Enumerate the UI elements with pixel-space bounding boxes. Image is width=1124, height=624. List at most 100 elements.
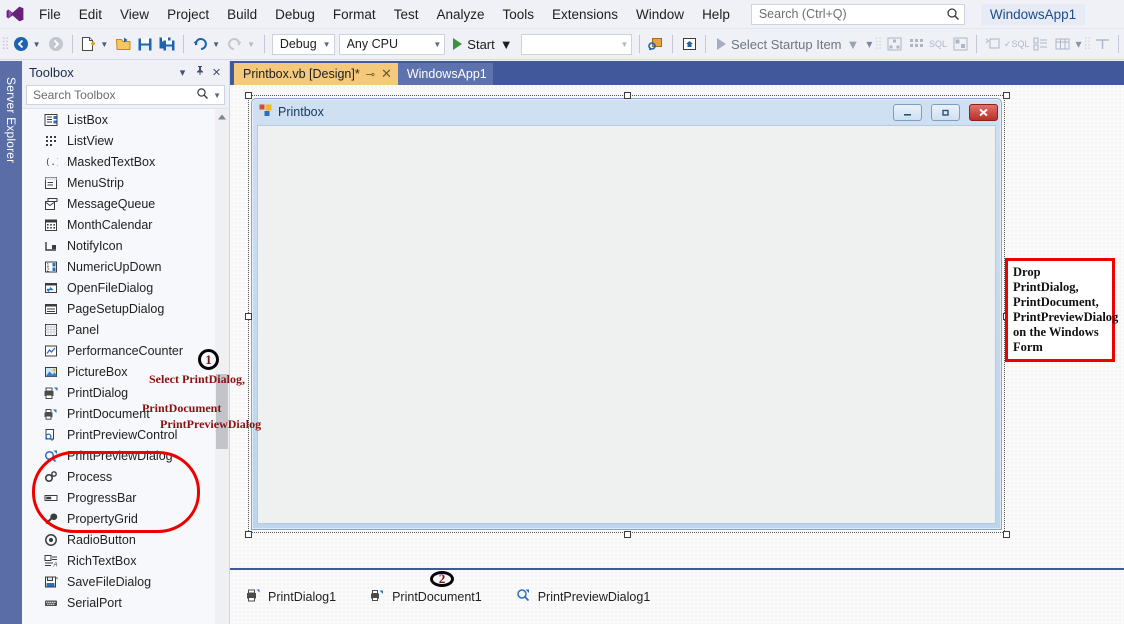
save-button[interactable] xyxy=(134,32,156,56)
toolbox-item-openfiledialog[interactable]: OpenFileDialog xyxy=(22,277,215,298)
toolbar-overflow-icon[interactable]: ▾ xyxy=(1073,37,1083,51)
show-diagram-pane-button[interactable] xyxy=(1029,32,1051,56)
toolbox-item-notifyicon[interactable]: NotifyIcon xyxy=(22,235,215,256)
resize-handle-n[interactable] xyxy=(624,92,631,99)
toolbox-item-monthcalendar[interactable]: MonthCalendar xyxy=(22,214,215,235)
solution-platform-combo[interactable]: Any CPU ▼ xyxy=(338,33,446,55)
toolbox-item-radiobutton[interactable]: RadioButton xyxy=(22,529,215,550)
toolbox-close-icon[interactable]: ✕ xyxy=(208,66,225,79)
scroll-up-icon[interactable] xyxy=(215,109,229,125)
toolbox-item-performancecounter[interactable]: PerformanceCounter xyxy=(22,340,215,361)
menu-edit[interactable]: Edit xyxy=(70,5,111,24)
menu-build[interactable]: Build xyxy=(218,5,266,24)
tab-printbox-design[interactable]: Printbox.vb [Design]* ⊸ ✕ xyxy=(234,63,398,85)
toolbox-item-process[interactable]: Process xyxy=(22,466,215,487)
toolbox-scrollbar[interactable] xyxy=(215,109,229,624)
resize-handle-nw[interactable] xyxy=(245,92,252,99)
resize-handle-sw[interactable] xyxy=(245,531,252,538)
menu-extensions[interactable]: Extensions xyxy=(543,5,627,24)
server-explorer-button[interactable] xyxy=(883,32,905,56)
navigate-backward-dropdown-icon[interactable]: ▼ xyxy=(32,40,45,49)
windows-form[interactable]: Printbox xyxy=(251,98,1002,530)
tray-item-printdialog1[interactable]: PrintDialog1 xyxy=(246,588,336,606)
form-close-button[interactable] xyxy=(969,103,998,121)
execute-sql-button[interactable]: ✓SQL xyxy=(1004,32,1030,56)
toolbox-item-panel[interactable]: Panel xyxy=(22,319,215,340)
open-file-button[interactable] xyxy=(112,32,134,56)
menu-file[interactable]: File xyxy=(30,5,70,24)
home-page-button[interactable] xyxy=(678,32,700,56)
menu-tools[interactable]: Tools xyxy=(493,5,543,24)
undo-dropdown-icon[interactable]: ▼ xyxy=(211,40,224,49)
toolbar-grip[interactable] xyxy=(2,35,10,53)
toolbox-item-messagequeue[interactable]: MessageQueue xyxy=(22,193,215,214)
toolbox-dropdown-icon[interactable]: ▾ xyxy=(174,66,191,79)
tab-close-icon[interactable]: ✕ xyxy=(381,66,392,82)
resize-handle-se[interactable] xyxy=(1003,531,1010,538)
toolbox-pin-icon[interactable] xyxy=(191,65,208,79)
toolbox-item-printdialog[interactable]: PrintDialog xyxy=(22,382,215,403)
menu-window[interactable]: Window xyxy=(627,5,693,24)
attach-to-process-button[interactable] xyxy=(645,32,667,56)
resize-handle-w[interactable] xyxy=(245,313,252,320)
toolbar-grip[interactable] xyxy=(875,35,883,53)
solution-configuration-combo[interactable]: Debug ▼ xyxy=(271,33,335,55)
toolbar-grip[interactable] xyxy=(1084,35,1092,53)
toolbox-item-serialport[interactable]: SerialPort xyxy=(22,592,215,613)
form-designer-surface[interactable]: Printbox Drop PrintDialog, PrintDocument… xyxy=(230,85,1124,624)
new-query-button[interactable] xyxy=(982,32,1004,56)
form-client-area[interactable] xyxy=(257,125,996,524)
toolbox-item-printdocument[interactable]: PrintDocument xyxy=(22,403,215,424)
menu-help[interactable]: Help xyxy=(693,5,739,24)
global-search-input[interactable]: Search (Ctrl+Q) xyxy=(750,3,965,25)
toolbox-item-pagesetupdialog[interactable]: PageSetupDialog xyxy=(22,298,215,319)
save-all-button[interactable] xyxy=(156,32,178,56)
new-item-button[interactable] xyxy=(77,32,99,56)
toolbox-item-menustrip[interactable]: MenuStrip xyxy=(22,172,215,193)
resize-handle-s[interactable] xyxy=(624,531,631,538)
toolbox-toggle-button[interactable] xyxy=(905,32,927,56)
tray-item-printpreviewdialog1[interactable]: PrintPreviewDialog1 xyxy=(516,588,650,606)
align-button[interactable] xyxy=(1091,32,1113,56)
form-selection-border[interactable]: Printbox xyxy=(245,92,1010,538)
navigate-backward-button[interactable] xyxy=(10,32,32,56)
toolbox-item-printpreviewcontrol[interactable]: PrintPreviewControl xyxy=(22,424,215,445)
tray-item-printdocument1[interactable]: PrintDocument1 xyxy=(370,588,482,606)
object-browser-button[interactable] xyxy=(949,32,971,56)
toolbox-item-richtextbox[interactable]: A RichTextBox xyxy=(22,550,215,571)
toolbox-item-savefiledialog[interactable]: SaveFileDialog xyxy=(22,571,215,592)
toolbar-overflow-icon[interactable]: ▾ xyxy=(865,37,875,51)
start-debug-button[interactable]: Start ▼ xyxy=(447,32,518,56)
toolbox-item-printpreviewdialog[interactable]: PrintPreviewDialog xyxy=(22,445,215,466)
tab-pin-icon[interactable]: ⊸ xyxy=(366,68,375,81)
debug-target-combo[interactable]: ▼ xyxy=(520,33,633,55)
sidebar-item-server-explorer[interactable]: Server Explorer xyxy=(0,71,22,231)
resize-handle-ne[interactable] xyxy=(1003,92,1010,99)
menu-test[interactable]: Test xyxy=(385,5,428,24)
toolbox-item-numericupdown[interactable]: 1 2 NumericUpDown xyxy=(22,256,215,277)
redo-button[interactable] xyxy=(224,32,246,56)
menu-project[interactable]: Project xyxy=(158,5,218,24)
show-results-pane-button[interactable] xyxy=(1051,32,1073,56)
form-maximize-button[interactable] xyxy=(931,103,960,121)
tab-windowsapp1[interactable]: WindowsApp1 xyxy=(397,63,493,85)
toolbox-search-dropdown-icon[interactable]: ▼ xyxy=(209,91,221,100)
redo-dropdown-icon[interactable]: ▼ xyxy=(246,40,259,49)
scrollbar-thumb[interactable] xyxy=(216,374,228,449)
toolbox-item-progressbar[interactable]: ProgressBar xyxy=(22,487,215,508)
toolbox-item-listview[interactable]: ListView xyxy=(22,130,215,151)
form-minimize-button[interactable] xyxy=(893,103,922,121)
new-item-dropdown-icon[interactable]: ▼ xyxy=(99,40,112,49)
toolbox-item-maskedtextbox[interactable]: (.). MaskedTextBox xyxy=(22,151,215,172)
navigate-forward-button[interactable] xyxy=(45,32,67,56)
toolbox-item-picturebox[interactable]: PictureBox xyxy=(22,361,215,382)
toolbox-item-propertygrid[interactable]: PropertyGrid xyxy=(22,508,215,529)
menu-debug[interactable]: Debug xyxy=(266,5,324,24)
menu-analyze[interactable]: Analyze xyxy=(427,5,493,24)
menu-format[interactable]: Format xyxy=(324,5,385,24)
menu-view[interactable]: View xyxy=(111,5,158,24)
select-startup-item-button[interactable]: Select Startup Item ▼ xyxy=(711,32,865,56)
sql-button[interactable]: SQL xyxy=(927,32,949,56)
undo-button[interactable] xyxy=(189,32,211,56)
toolbox-item-listbox[interactable]: ListBox xyxy=(22,109,215,130)
